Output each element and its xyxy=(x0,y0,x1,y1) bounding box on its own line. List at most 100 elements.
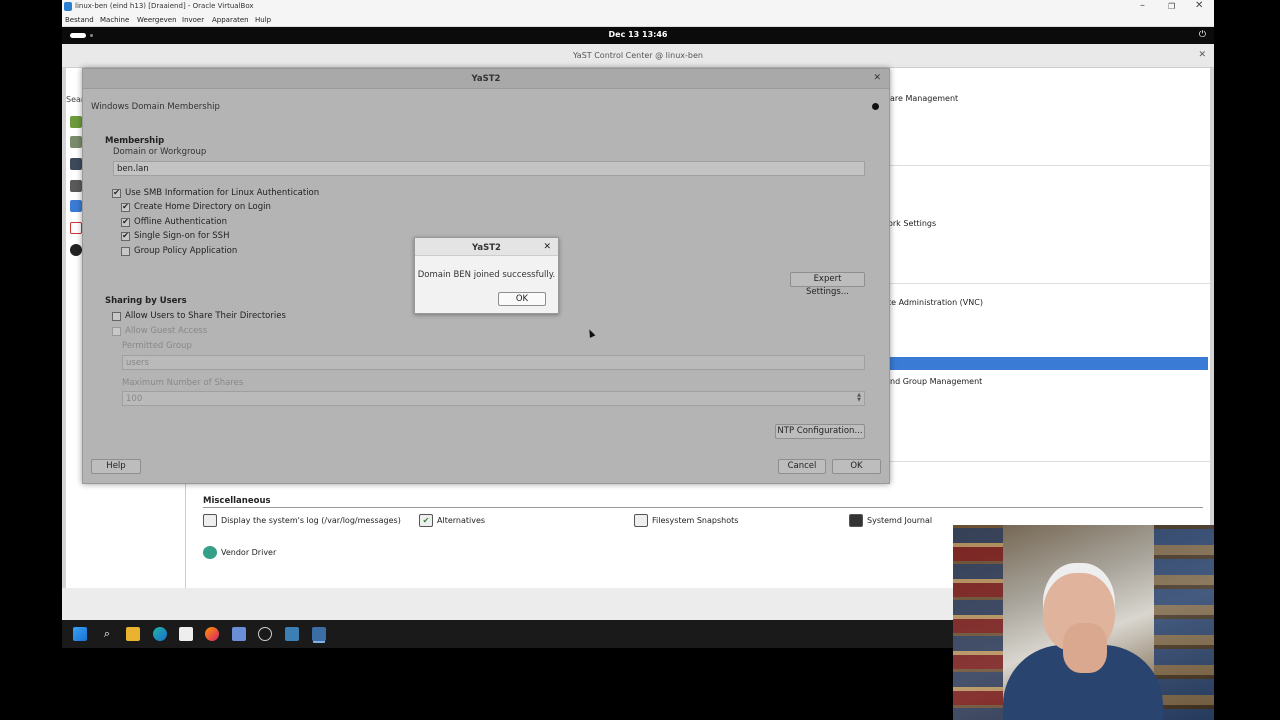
maximize-icon[interactable]: ❐ xyxy=(1168,2,1175,11)
max-shares-spinbox[interactable]: 100 ▲ ▼ xyxy=(122,391,865,406)
control-center-close-icon[interactable]: ✕ xyxy=(1198,50,1206,60)
membership-group-label: Membership xyxy=(105,136,165,146)
cancel-button[interactable]: Cancel xyxy=(778,459,826,474)
module-vendor-driver[interactable]: Vendor Driver xyxy=(203,546,276,559)
checkbox-unchecked-icon xyxy=(112,326,121,336)
message-ok-button[interactable]: OK xyxy=(498,292,546,306)
control-center-titlebar: YaST Control Center @ linux-ben ✕ xyxy=(62,44,1214,68)
control-center-title: YaST Control Center @ linux-ben xyxy=(573,51,703,60)
module-label: Alternatives xyxy=(437,516,486,525)
checkmark-icon: ✔ xyxy=(419,514,433,527)
offline-auth-checkbox[interactable]: ✔ Offline Authentication xyxy=(121,217,227,227)
clock[interactable]: Dec 13 13:46 xyxy=(62,30,1214,39)
menu-invoer[interactable]: Invoer xyxy=(182,16,204,24)
ok-button[interactable]: OK xyxy=(832,459,881,474)
menu-bestand[interactable]: Bestand xyxy=(65,16,94,24)
allow-guest-label: Allow Guest Access xyxy=(125,326,208,336)
message-box-close-icon[interactable]: ✕ xyxy=(543,242,551,252)
menu-machine[interactable]: Machine xyxy=(100,16,129,24)
module-user-group-management[interactable]: nd Group Management xyxy=(890,377,982,386)
module-alternatives[interactable]: ✔ Alternatives xyxy=(419,514,485,527)
presenter-image xyxy=(1063,623,1107,673)
module-systemd-journal[interactable]: Systemd Journal xyxy=(849,514,932,527)
message-box-titlebar: YaST2 ✕ xyxy=(415,238,558,256)
checkbox-checked-icon: ✔ xyxy=(121,202,130,212)
ntp-configuration-button[interactable]: NTP Configuration... xyxy=(775,424,865,439)
use-smb-checkbox[interactable]: ✔ Use SMB Information for Linux Authenti… xyxy=(112,188,319,198)
use-smb-label: Use SMB Information for Linux Authentica… xyxy=(125,188,320,198)
module-filesystem-snapshots[interactable]: Filesystem Snapshots xyxy=(634,514,738,527)
create-home-checkbox[interactable]: ✔ Create Home Directory on Login xyxy=(121,202,271,212)
miscellaneous-header: Miscellaneous xyxy=(203,496,271,506)
checkbox-unchecked-icon xyxy=(121,246,130,256)
sharing-group-label: Sharing by Users xyxy=(105,296,187,306)
dialog-heading: Windows Domain Membership xyxy=(91,102,220,112)
module-label: Vendor Driver xyxy=(221,548,277,557)
busy-icon xyxy=(872,103,879,110)
search-icon[interactable]: ⌕ xyxy=(100,627,114,641)
monitor-icon xyxy=(203,514,217,527)
power-icon[interactable]: ⏻ xyxy=(1199,30,1206,40)
permitted-group-input[interactable]: users xyxy=(122,355,865,370)
module-label: Display the system's log (/var/log/messa… xyxy=(221,516,401,525)
module-network-settings[interactable]: ork Settings xyxy=(888,219,936,228)
create-home-label: Create Home Directory on Login xyxy=(134,202,271,212)
dialog-close-icon[interactable]: ✕ xyxy=(873,73,881,83)
vbox-window-title: linux-ben (eind h13) [Draaiend] - Oracle… xyxy=(75,2,254,10)
settings-icon[interactable] xyxy=(258,627,272,641)
file-explorer-icon[interactable] xyxy=(126,627,140,641)
expert-settings-button[interactable]: Expert Settings... xyxy=(790,272,865,297)
close-icon[interactable]: ✕ xyxy=(1195,0,1203,11)
module-system-log[interactable]: Display the system's log (/var/log/messa… xyxy=(203,514,401,527)
module-remote-administration[interactable]: te Administration (VNC) xyxy=(888,298,983,307)
message-box: YaST2 ✕ Domain BEN joined successfully. … xyxy=(414,237,559,314)
dialog-titlebar: YaST2 ✕ xyxy=(83,69,889,89)
windows-start-icon[interactable] xyxy=(73,627,87,641)
domain-label: Domain or Workgroup xyxy=(113,147,207,157)
module-software-management[interactable]: are Management xyxy=(890,94,958,103)
snapshot-icon xyxy=(634,514,648,527)
max-shares-label: Maximum Number of Shares xyxy=(122,378,244,388)
help-button[interactable]: Help xyxy=(91,459,141,474)
security-category-icon[interactable] xyxy=(70,200,82,212)
group-policy-label: Group Policy Application xyxy=(134,246,238,256)
module-label: Systemd Journal xyxy=(867,516,933,525)
vendor-driver-icon xyxy=(203,546,217,559)
dialog-title: YaST2 xyxy=(471,74,501,84)
allow-share-checkbox[interactable]: Allow Users to Share Their Directories xyxy=(112,311,286,321)
allow-share-label: Allow Users to Share Their Directories xyxy=(125,311,286,321)
bookshelf-image xyxy=(1154,525,1214,720)
hardware-category-icon[interactable] xyxy=(70,136,82,148)
software-category-icon[interactable] xyxy=(70,116,82,128)
menu-apparaten[interactable]: Apparaten xyxy=(212,16,249,24)
divider xyxy=(890,283,1210,284)
message-box-title: YaST2 xyxy=(472,243,501,253)
allow-guest-checkbox[interactable]: Allow Guest Access xyxy=(112,326,207,336)
spin-arrows-icon[interactable]: ▲ ▼ xyxy=(855,393,863,404)
minimize-icon[interactable]: – xyxy=(1140,0,1145,11)
support-category-icon[interactable] xyxy=(70,222,82,234)
bookshelf-image xyxy=(953,525,1003,720)
domain-input[interactable]: ben.lan xyxy=(113,161,865,176)
checkbox-unchecked-icon xyxy=(112,311,121,321)
divider xyxy=(203,507,1203,508)
network-category-icon[interactable] xyxy=(70,180,82,192)
checkbox-checked-icon: ✔ xyxy=(121,231,130,241)
message-text: Domain BEN joined successfully. xyxy=(417,270,556,280)
gnome-top-bar: Dec 13 13:46 ⏻ xyxy=(62,27,1214,44)
vscode-icon[interactable] xyxy=(285,627,299,641)
firefox-icon[interactable] xyxy=(205,627,219,641)
module-label: Filesystem Snapshots xyxy=(652,516,739,525)
checkbox-checked-icon: ✔ xyxy=(112,188,121,198)
miscellaneous-category-icon[interactable] xyxy=(70,244,82,256)
edge-browser-icon[interactable] xyxy=(153,627,167,641)
sso-ssh-checkbox[interactable]: ✔ Single Sign-on for SSH xyxy=(121,231,229,241)
menu-weergeven[interactable]: Weergeven xyxy=(137,16,177,24)
store-icon[interactable] xyxy=(179,627,193,641)
menu-hulp[interactable]: Hulp xyxy=(255,16,271,24)
virtualbox-taskbar-icon[interactable] xyxy=(312,627,326,641)
webcam-overlay xyxy=(953,525,1214,720)
system-category-icon[interactable] xyxy=(70,158,82,170)
group-policy-checkbox[interactable]: Group Policy Application xyxy=(121,246,237,256)
save-disk-icon[interactable] xyxy=(232,627,246,641)
